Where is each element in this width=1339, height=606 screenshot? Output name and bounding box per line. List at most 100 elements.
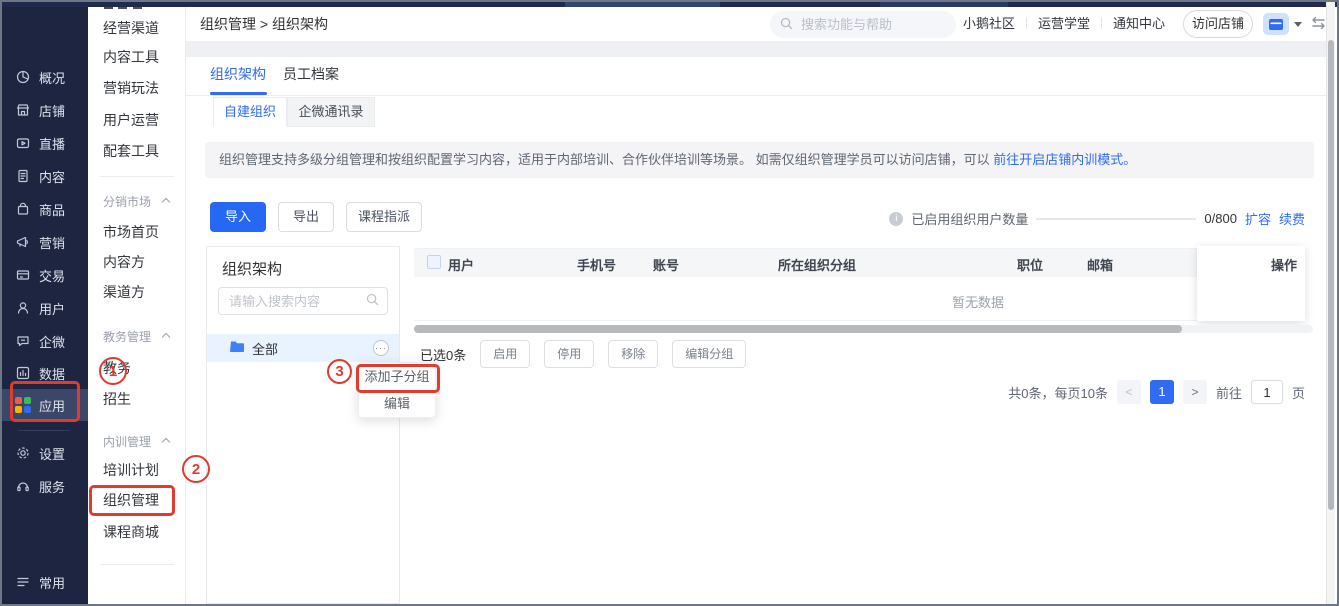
sidebar-item-frequent[interactable]: 常用: [2, 566, 88, 598]
service-icon: [15, 478, 31, 494]
sidebar-item-label: 企微: [39, 332, 65, 351]
export-button[interactable]: 导出: [278, 202, 334, 232]
sidebar-item-apps[interactable]: 应用: [2, 389, 88, 421]
col-header-position: 职位: [1017, 255, 1043, 274]
tree-search-input[interactable]: [227, 293, 362, 310]
collapse-caret-icon: [162, 198, 170, 206]
submenu-item-org-management[interactable]: 组织管理: [88, 490, 185, 510]
banner-link[interactable]: 前往开启店铺内训模式。: [993, 152, 1136, 167]
col-header-user: 用户: [448, 255, 474, 274]
submenu-item-content-tools[interactable]: 内容工具: [88, 47, 185, 67]
submenu-item-business-channels[interactable]: 经营渠道: [88, 18, 185, 38]
submenu-item-training-plan[interactable]: 培训计划: [88, 460, 185, 480]
collapse-caret-icon: [162, 333, 170, 341]
subtab-self-built-org[interactable]: 自建组织: [213, 97, 287, 127]
submenu-item-academic[interactable]: 教务: [88, 358, 185, 378]
submenu-item-marketing-play[interactable]: 营销玩法: [88, 78, 185, 98]
enable-button[interactable]: 启用: [480, 340, 530, 368]
academy-link[interactable]: 运营学堂: [1038, 13, 1090, 32]
current-page-button[interactable]: 1: [1150, 380, 1174, 404]
data-icon: [15, 365, 31, 381]
submenu-item-content-side[interactable]: 内容方: [88, 252, 185, 272]
submenu-divider: [100, 176, 174, 177]
apps-icon: [15, 397, 31, 413]
sidebar-item-wecom[interactable]: 企微: [2, 325, 88, 357]
overview-icon: [15, 69, 31, 85]
sidebar-item-content[interactable]: 内容: [2, 160, 88, 192]
vertical-scrollbar-thumb[interactable]: [1328, 40, 1334, 510]
settings-icon: [15, 445, 31, 461]
goods-icon: [15, 201, 31, 217]
sidebar-item-shop[interactable]: 店铺: [2, 94, 88, 126]
renew-link[interactable]: 续费: [1279, 209, 1305, 228]
clipped-menu-item: [118, 7, 127, 9]
notice-center-link[interactable]: 通知中心: [1113, 13, 1165, 32]
quota-progress-bar: [1036, 218, 1196, 220]
submenu-item-enrollment[interactable]: 招生: [88, 389, 185, 409]
sidebar-item-label: 概况: [39, 68, 65, 87]
horizontal-scrollbar-thumb[interactable]: [414, 325, 1182, 333]
quota-label: 已启用组织用户数量: [911, 209, 1028, 228]
search-icon: [780, 17, 793, 33]
edit-group-button[interactable]: 编辑分组: [672, 340, 746, 368]
select-all-checkbox[interactable]: [427, 255, 441, 269]
sidebar-item-marketing[interactable]: 营销: [2, 226, 88, 258]
submenu-item-user-operation[interactable]: 用户运营: [88, 110, 185, 130]
sidebar-item-users[interactable]: 用户: [2, 292, 88, 324]
sidebar-item-service[interactable]: 服务: [2, 470, 88, 502]
submenu-item-course-mall[interactable]: 课程商城: [88, 522, 185, 542]
node-more-button[interactable]: ···: [373, 340, 389, 356]
submenu-item-market-home[interactable]: 市场首页: [88, 222, 185, 242]
sidebar-item-live[interactable]: 直播: [2, 127, 88, 159]
tab-org-structure[interactable]: 组织架构: [210, 64, 266, 84]
menu-item-edit[interactable]: 编辑: [359, 390, 435, 417]
quota-bar: i 已启用组织用户数量 0/800 扩容 续费: [889, 209, 1305, 228]
shop-avatar[interactable]: [1263, 13, 1289, 35]
tree-panel-title: 组织架构: [222, 258, 282, 279]
prev-page-button[interactable]: <: [1117, 380, 1141, 404]
sidebar-item-overview[interactable]: 概况: [2, 61, 88, 93]
expand-quota-link[interactable]: 扩容: [1245, 209, 1271, 228]
sidebar-item-trade[interactable]: 交易: [2, 259, 88, 291]
submenu-group-label: 教务管理: [103, 330, 151, 344]
col-header-org-group: 所在组织分组: [778, 255, 856, 274]
visit-shop-button[interactable]: 访问店铺: [1183, 10, 1253, 38]
submenu-item-channel-side[interactable]: 渠道方: [88, 282, 185, 302]
remove-button[interactable]: 移除: [608, 340, 658, 368]
submenu-group-label: 内训管理: [103, 435, 151, 449]
shop-window-icon: [1268, 18, 1284, 31]
community-link[interactable]: 小鹅社区: [963, 13, 1015, 32]
vertical-separator: [1101, 17, 1102, 29]
tab-employee-files[interactable]: 员工档案: [283, 64, 339, 84]
collapse-caret-icon: [162, 438, 170, 446]
submenu-divider: [100, 564, 174, 565]
submenu-item-support-tools[interactable]: 配套工具: [88, 141, 185, 161]
frequent-icon: [15, 574, 31, 590]
menu-item-add-subgroup[interactable]: 添加子分组: [359, 363, 435, 390]
sidebar-item-label: 设置: [39, 444, 65, 463]
import-button[interactable]: 导入: [210, 202, 266, 232]
tree-node-all[interactable]: 全部 ···: [207, 334, 399, 362]
sidebar-item-goods[interactable]: 商品: [2, 193, 88, 225]
course-assign-button[interactable]: 课程指派: [346, 202, 422, 232]
sidebar-item-settings[interactable]: 设置: [2, 437, 88, 469]
folder-icon: [230, 340, 245, 356]
content-icon: [15, 168, 31, 184]
global-search-input[interactable]: [799, 16, 939, 33]
submenu-group-internal-training[interactable]: 内训管理: [88, 434, 185, 450]
submenu-group-distribution[interactable]: 分销市场: [88, 194, 185, 210]
tree-search[interactable]: [218, 287, 388, 315]
goto-page-input[interactable]: [1251, 380, 1283, 404]
global-search[interactable]: [770, 11, 956, 38]
disable-button[interactable]: 停用: [544, 340, 594, 368]
chevron-down-icon[interactable]: [1294, 22, 1302, 27]
switch-account-icon[interactable]: [1310, 16, 1327, 33]
search-icon: [366, 293, 379, 309]
sidebar-item-label: 店铺: [39, 101, 65, 120]
goto-label: 前往: [1216, 383, 1242, 402]
submenu-group-academic[interactable]: 教务管理: [88, 329, 185, 345]
next-page-button[interactable]: >: [1183, 380, 1207, 404]
subtab-wecom-contacts[interactable]: 企微通讯录: [287, 97, 375, 127]
marketing-icon: [15, 234, 31, 250]
sidebar-item-data[interactable]: 数据: [2, 357, 88, 389]
